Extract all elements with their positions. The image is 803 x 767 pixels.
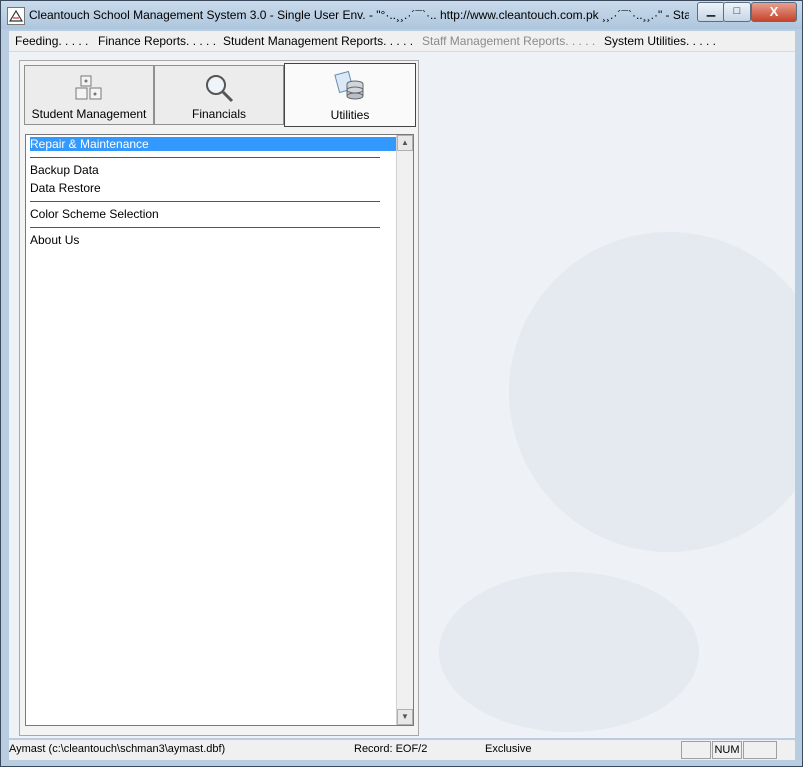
title-bar[interactable]: Cleantouch School Management System 3.0 … (1, 1, 802, 29)
list-divider (30, 157, 380, 158)
status-bar: Aymast (c:\cleantouch\schman3\aymast.dbf… (9, 739, 795, 760)
status-num-indicator: NUM (712, 741, 742, 759)
list-item-color-scheme-selection[interactable]: Color Scheme Selection (30, 207, 159, 221)
status-mode: Exclusive (485, 743, 532, 755)
app-logo-icon[interactable] (7, 7, 25, 25)
scroll-up-arrow-icon[interactable]: ▲ (397, 135, 413, 151)
list-divider (30, 201, 380, 202)
status-caps-indicator (681, 741, 711, 759)
menu-bar: Feeding. . . . . Finance Reports. . . . … (9, 31, 795, 52)
tab-utilities[interactable]: Utilities (284, 63, 416, 127)
tab-label: Student Management (31, 107, 147, 121)
menu-system-utilities[interactable]: System Utilities. . . . . (604, 34, 716, 48)
background-decoration (439, 572, 699, 732)
scroll-down-arrow-icon[interactable]: ▼ (397, 709, 413, 725)
list-item-about-us[interactable]: About Us (30, 233, 79, 247)
list-divider (30, 227, 380, 228)
menu-student-management-reports[interactable]: Student Management Reports. . . . . (223, 34, 413, 48)
tab-financials[interactable]: Financials (154, 65, 284, 125)
tab-label: Utilities (330, 108, 370, 122)
maximize-button[interactable]: □ (723, 2, 751, 22)
database-utilities-icon (334, 70, 366, 102)
menu-feeding[interactable]: Feeding. . . . . (15, 34, 88, 48)
menu-staff-management-reports[interactable]: Staff Management Reports. . . . . (422, 34, 595, 48)
close-button[interactable]: X (751, 2, 797, 22)
list-item-backup-data[interactable]: Backup Data (30, 163, 99, 177)
status-record: Record: EOF/2 (354, 743, 428, 755)
list-item-data-restore[interactable]: Data Restore (30, 181, 101, 195)
vertical-scrollbar[interactable]: ▲ ▼ (396, 135, 413, 725)
app-window: Cleantouch School Management System 3.0 … (0, 0, 803, 767)
menu-finance-reports[interactable]: Finance Reports. . . . . (98, 34, 216, 48)
window-title: Cleantouch School Management System 3.0 … (29, 8, 689, 22)
main-area: Student Management Financials Utilities … (9, 52, 795, 738)
utilities-list[interactable]: Repair & Maintenance Backup Data Data Re… (25, 134, 414, 726)
tab-label: Financials (191, 107, 247, 121)
tab-student-management[interactable]: Student Management (24, 65, 154, 125)
list-item-repair-maintenance[interactable]: Repair & Maintenance (30, 137, 396, 151)
magnifier-icon (203, 72, 235, 104)
background-decoration (509, 232, 795, 552)
status-scroll-indicator (743, 741, 777, 759)
navigation-panel: Student Management Financials Utilities … (19, 60, 419, 736)
minimize-button[interactable]: ▁ (697, 2, 725, 22)
status-table: Aymast (c:\cleantouch\schman3\aymast.dbf… (9, 743, 226, 755)
student-management-icon (73, 72, 105, 104)
